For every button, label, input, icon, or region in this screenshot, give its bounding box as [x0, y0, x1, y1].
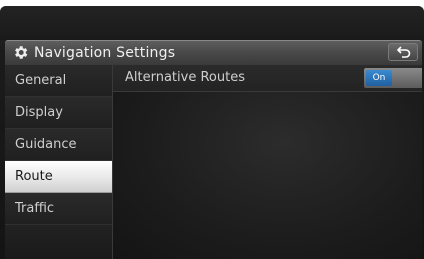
sidebar-item-general[interactable]: General — [5, 65, 112, 97]
sidebar-item-label: General — [15, 73, 67, 88]
sidebar-item-label: Route — [15, 169, 53, 184]
settings-content: Alternative Routes On — [113, 65, 422, 259]
toggle-on-indicator: On — [366, 70, 392, 86]
sidebar-item-display[interactable]: Display — [5, 97, 112, 129]
page-title: Navigation Settings — [34, 45, 176, 61]
settings-sidebar: General Display Guidance Route Traffic — [5, 65, 113, 259]
sidebar-item-traffic[interactable]: Traffic — [5, 193, 112, 225]
sidebar-item-label: Traffic — [15, 201, 55, 216]
sidebar-item-label: Guidance — [15, 137, 77, 152]
sidebar-item-route[interactable]: Route — [5, 161, 112, 193]
back-arrow-icon — [397, 46, 411, 58]
alternative-routes-toggle[interactable]: On — [364, 68, 422, 88]
back-button[interactable] — [388, 43, 418, 61]
sidebar-empty-slot — [5, 225, 112, 259]
sidebar-item-guidance[interactable]: Guidance — [5, 129, 112, 161]
option-label: Alternative Routes — [125, 70, 245, 85]
sidebar-item-label: Display — [15, 105, 63, 120]
option-row-alternative-routes[interactable]: Alternative Routes On — [113, 65, 422, 92]
screen-top-bezel — [0, 6, 424, 40]
settings-header: Navigation Settings — [5, 40, 422, 66]
gear-icon — [15, 46, 28, 59]
device-screen: Navigation Settings General Display Guid… — [0, 6, 424, 259]
